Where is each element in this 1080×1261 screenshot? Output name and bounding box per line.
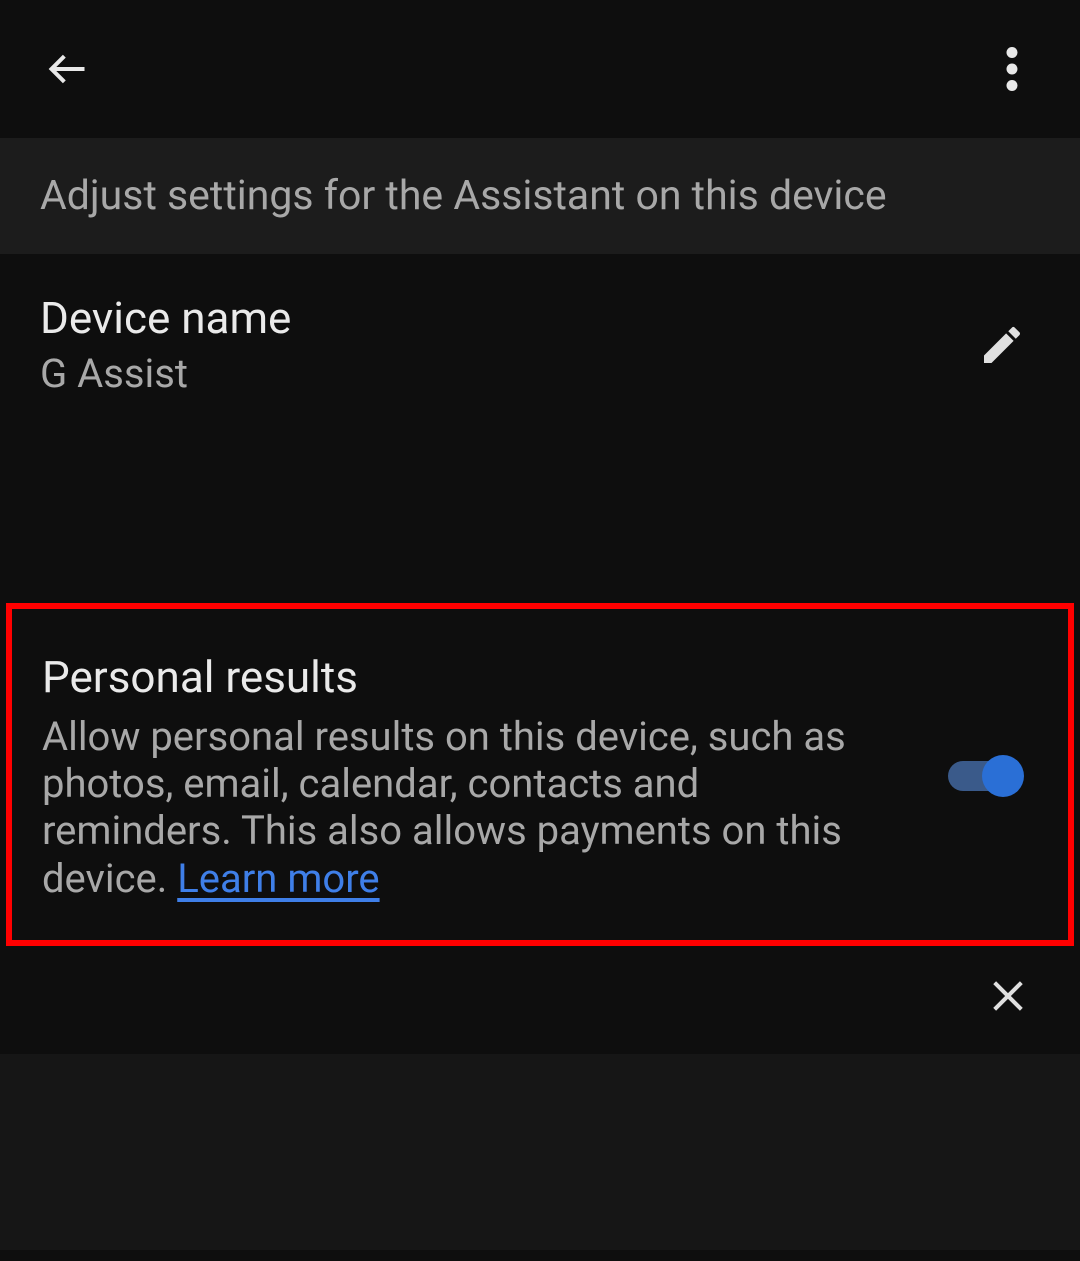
app-header [0, 0, 1080, 138]
personal-results-text: Personal results Allow personal results … [42, 651, 948, 902]
close-button[interactable] [986, 974, 1030, 1018]
more-options-button[interactable] [984, 41, 1040, 97]
device-name-row[interactable]: Device name G Assist [0, 254, 1080, 445]
edit-device-name-button[interactable] [974, 317, 1030, 373]
close-icon [988, 976, 1028, 1016]
device-name-label: Device name [40, 292, 291, 344]
personal-results-title: Personal results [42, 651, 888, 703]
spacer [0, 445, 1080, 603]
device-name-value: G Assist [40, 350, 291, 397]
back-button[interactable] [40, 41, 96, 97]
learn-more-link[interactable]: Learn more [177, 855, 379, 902]
pencil-icon [978, 321, 1026, 369]
personal-results-description: Allow personal results on this device, s… [42, 713, 888, 902]
more-vert-icon [1006, 47, 1018, 91]
page-subtitle: Adjust settings for the Assistant on thi… [0, 138, 1080, 254]
personal-results-toggle[interactable] [948, 755, 1024, 797]
back-arrow-icon [46, 47, 90, 91]
toggle-thumb [982, 755, 1024, 797]
device-name-text: Device name G Assist [40, 292, 291, 397]
personal-results-row[interactable]: Personal results Allow personal results … [6, 603, 1074, 946]
personal-results-desc-text: Allow personal results on this device, s… [42, 713, 846, 902]
close-row [0, 946, 1080, 1054]
bottom-bar [0, 1054, 1080, 1250]
